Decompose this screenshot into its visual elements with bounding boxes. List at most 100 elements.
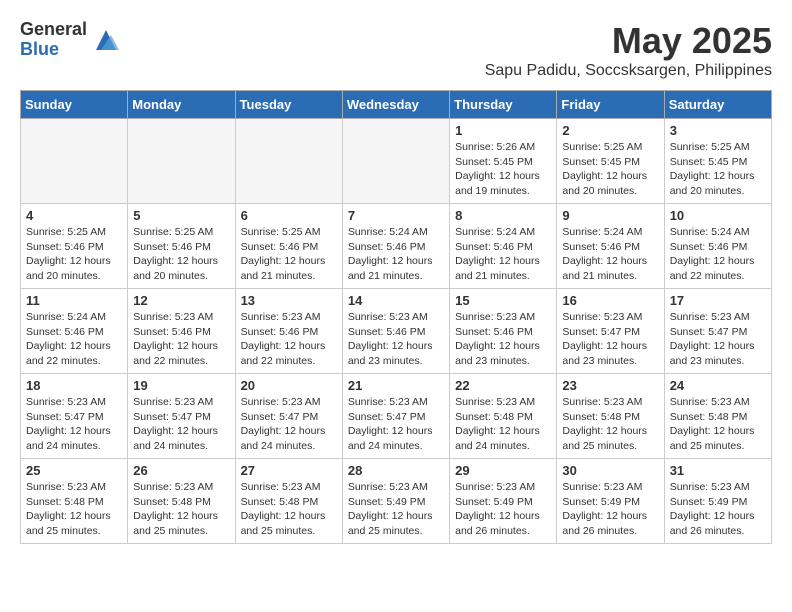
header-day-tuesday: Tuesday [235, 91, 342, 119]
week-row-2: 4 Sunrise: 5:25 AMSunset: 5:46 PMDaylight… [21, 204, 772, 289]
week-row-3: 11 Sunrise: 5:24 AMSunset: 5:46 PMDayligh… [21, 289, 772, 374]
calendar-subtitle: Sapu Padidu, Soccsksargen, Philippines [485, 62, 772, 80]
day-info: Sunrise: 5:23 AMSunset: 5:49 PMDaylight:… [455, 480, 551, 539]
calendar-cell: 3 Sunrise: 5:25 AMSunset: 5:45 PMDaylight… [664, 119, 771, 204]
calendar-cell: 19 Sunrise: 5:23 AMSunset: 5:47 PMDayligh… [128, 374, 235, 459]
calendar-cell: 16Sunrise: 5:23 AMSunset: 5:47 PMDayligh… [557, 289, 664, 374]
day-info: Sunrise: 5:23 AMSunset: 5:47 PMDaylight:… [670, 310, 766, 369]
calendar-cell: 14Sunrise: 5:23 AMSunset: 5:46 PMDayligh… [342, 289, 449, 374]
calendar-cell: 28 Sunrise: 5:23 AMSunset: 5:49 PMDayligh… [342, 459, 449, 544]
calendar-cell: 22 Sunrise: 5:23 AMSunset: 5:48 PMDayligh… [450, 374, 557, 459]
day-number: 12 [133, 293, 229, 308]
day-number: 4 [26, 208, 122, 223]
calendar-cell: 26 Sunrise: 5:23 AMSunset: 5:48 PMDayligh… [128, 459, 235, 544]
calendar-cell: 17 Sunrise: 5:23 AMSunset: 5:47 PMDayligh… [664, 289, 771, 374]
day-info: Sunrise: 5:24 AMSunset: 5:46 PMDaylight:… [348, 225, 444, 284]
header-day-wednesday: Wednesday [342, 91, 449, 119]
calendar-cell: 31 Sunrise: 5:23 AMSunset: 5:49 PMDayligh… [664, 459, 771, 544]
day-info: Sunrise: 5:23 AMSunset: 5:48 PMDaylight:… [562, 395, 658, 454]
calendar-cell: 12 Sunrise: 5:23 AMSunset: 5:46 PMDayligh… [128, 289, 235, 374]
day-info: Sunrise: 5:25 AMSunset: 5:45 PMDaylight:… [562, 140, 658, 199]
calendar-title: May 2025 [485, 20, 772, 62]
calendar-cell: 13 Sunrise: 5:23 AMSunset: 5:46 PMDayligh… [235, 289, 342, 374]
header-day-saturday: Saturday [664, 91, 771, 119]
day-info: Sunrise: 5:23 AMSunset: 5:46 PMDaylight:… [455, 310, 551, 369]
day-info: Sunrise: 5:26 AMSunset: 5:45 PMDaylight:… [455, 140, 551, 199]
day-info: Sunrise: 5:23 AMSunset: 5:49 PMDaylight:… [348, 480, 444, 539]
day-number: 1 [455, 123, 551, 138]
day-number: 29 [455, 463, 551, 478]
logo-general: General [20, 20, 87, 40]
calendar-cell: 8 Sunrise: 5:24 AMSunset: 5:46 PMDaylight… [450, 204, 557, 289]
logo: General Blue [20, 20, 121, 60]
day-info: Sunrise: 5:23 AMSunset: 5:48 PMDaylight:… [133, 480, 229, 539]
day-number: 7 [348, 208, 444, 223]
day-info: Sunrise: 5:25 AMSunset: 5:46 PMDaylight:… [133, 225, 229, 284]
logo-blue: Blue [20, 40, 87, 60]
day-number: 2 [562, 123, 658, 138]
day-number: 13 [241, 293, 337, 308]
day-number: 19 [133, 378, 229, 393]
header: General Blue May 2025 Sapu Padidu, Soccs… [20, 20, 772, 80]
day-number: 24 [670, 378, 766, 393]
header-day-friday: Friday [557, 91, 664, 119]
day-number: 25 [26, 463, 122, 478]
calendar-cell: 24 Sunrise: 5:23 AMSunset: 5:48 PMDayligh… [664, 374, 771, 459]
calendar-cell: 10Sunrise: 5:24 AMSunset: 5:46 PMDayligh… [664, 204, 771, 289]
day-number: 17 [670, 293, 766, 308]
calendar-cell: 1 Sunrise: 5:26 AMSunset: 5:45 PMDaylight… [450, 119, 557, 204]
day-info: Sunrise: 5:23 AMSunset: 5:47 PMDaylight:… [241, 395, 337, 454]
calendar-cell: 11 Sunrise: 5:24 AMSunset: 5:46 PMDayligh… [21, 289, 128, 374]
day-info: Sunrise: 5:23 AMSunset: 5:47 PMDaylight:… [26, 395, 122, 454]
calendar-cell: 5Sunrise: 5:25 AMSunset: 5:46 PMDaylight… [128, 204, 235, 289]
calendar-cell: 25 Sunrise: 5:23 AMSunset: 5:48 PMDayligh… [21, 459, 128, 544]
calendar-cell: 4 Sunrise: 5:25 AMSunset: 5:46 PMDaylight… [21, 204, 128, 289]
day-number: 31 [670, 463, 766, 478]
day-info: Sunrise: 5:24 AMSunset: 5:46 PMDaylight:… [455, 225, 551, 284]
day-info: Sunrise: 5:25 AMSunset: 5:45 PMDaylight:… [670, 140, 766, 199]
calendar-cell: 23Sunrise: 5:23 AMSunset: 5:48 PMDayligh… [557, 374, 664, 459]
calendar-cell: 30Sunrise: 5:23 AMSunset: 5:49 PMDayligh… [557, 459, 664, 544]
day-number: 3 [670, 123, 766, 138]
calendar-table: SundayMondayTuesdayWednesdayThursdayFrid… [20, 90, 772, 544]
day-number: 21 [348, 378, 444, 393]
calendar-cell: 15 Sunrise: 5:23 AMSunset: 5:46 PMDayligh… [450, 289, 557, 374]
day-number: 9 [562, 208, 658, 223]
day-info: Sunrise: 5:23 AMSunset: 5:46 PMDaylight:… [133, 310, 229, 369]
calendar-cell [235, 119, 342, 204]
calendar-cell [128, 119, 235, 204]
day-info: Sunrise: 5:23 AMSunset: 5:48 PMDaylight:… [455, 395, 551, 454]
title-area: May 2025 Sapu Padidu, Soccsksargen, Phil… [485, 20, 772, 80]
day-number: 14 [348, 293, 444, 308]
day-info: Sunrise: 5:24 AMSunset: 5:46 PMDaylight:… [26, 310, 122, 369]
day-number: 30 [562, 463, 658, 478]
day-info: Sunrise: 5:23 AMSunset: 5:49 PMDaylight:… [670, 480, 766, 539]
calendar-cell: 7 Sunrise: 5:24 AMSunset: 5:46 PMDaylight… [342, 204, 449, 289]
day-number: 11 [26, 293, 122, 308]
day-number: 15 [455, 293, 551, 308]
day-info: Sunrise: 5:23 AMSunset: 5:48 PMDaylight:… [241, 480, 337, 539]
day-number: 16 [562, 293, 658, 308]
week-row-5: 25 Sunrise: 5:23 AMSunset: 5:48 PMDayligh… [21, 459, 772, 544]
day-number: 26 [133, 463, 229, 478]
day-info: Sunrise: 5:25 AMSunset: 5:46 PMDaylight:… [241, 225, 337, 284]
header-row: SundayMondayTuesdayWednesdayThursdayFrid… [21, 91, 772, 119]
day-info: Sunrise: 5:23 AMSunset: 5:48 PMDaylight:… [26, 480, 122, 539]
day-info: Sunrise: 5:23 AMSunset: 5:47 PMDaylight:… [133, 395, 229, 454]
day-info: Sunrise: 5:23 AMSunset: 5:48 PMDaylight:… [670, 395, 766, 454]
calendar-cell: 21Sunrise: 5:23 AMSunset: 5:47 PMDayligh… [342, 374, 449, 459]
week-row-1: 1 Sunrise: 5:26 AMSunset: 5:45 PMDaylight… [21, 119, 772, 204]
calendar-cell: 6 Sunrise: 5:25 AMSunset: 5:46 PMDaylight… [235, 204, 342, 289]
day-number: 20 [241, 378, 337, 393]
day-number: 22 [455, 378, 551, 393]
header-day-sunday: Sunday [21, 91, 128, 119]
day-info: Sunrise: 5:25 AMSunset: 5:46 PMDaylight:… [26, 225, 122, 284]
day-number: 6 [241, 208, 337, 223]
day-number: 18 [26, 378, 122, 393]
day-number: 28 [348, 463, 444, 478]
day-number: 8 [455, 208, 551, 223]
week-row-4: 18 Sunrise: 5:23 AMSunset: 5:47 PMDayligh… [21, 374, 772, 459]
day-info: Sunrise: 5:23 AMSunset: 5:46 PMDaylight:… [241, 310, 337, 369]
header-day-monday: Monday [128, 91, 235, 119]
day-number: 10 [670, 208, 766, 223]
